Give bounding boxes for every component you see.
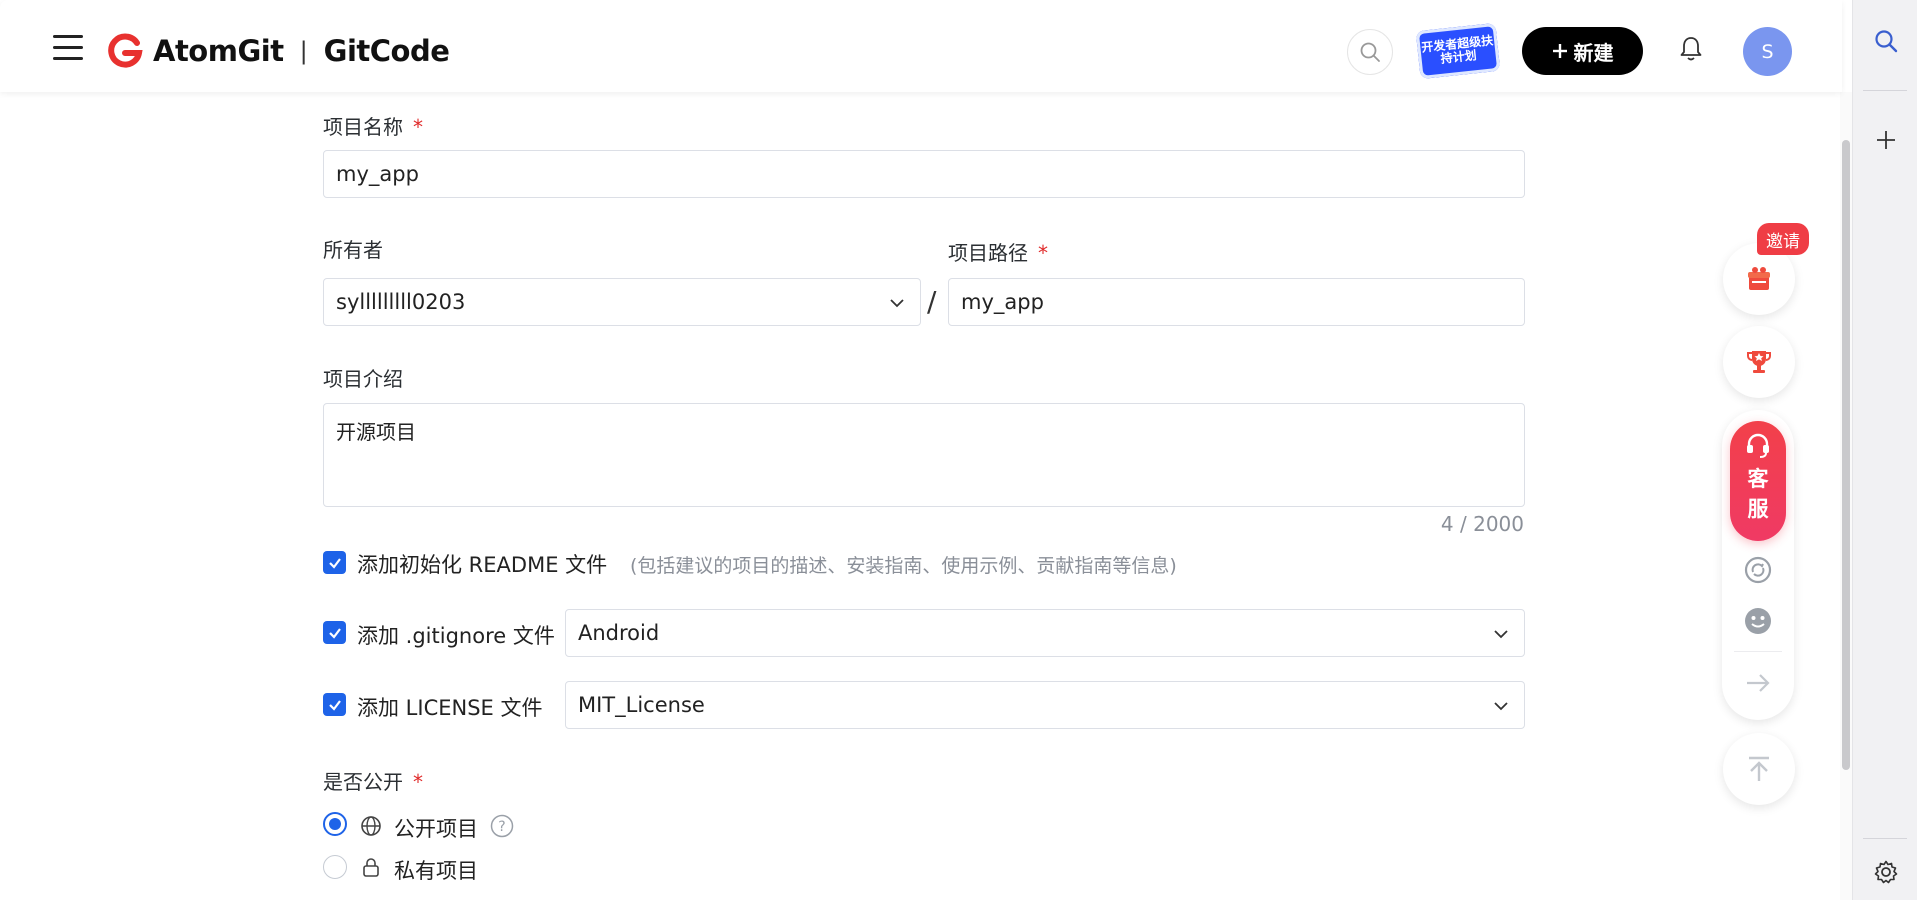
service-label-top: 客: [1747, 467, 1769, 491]
rail-divider: [1863, 90, 1907, 91]
new-button-label: 新建: [1573, 40, 1614, 65]
gitignore-template-select[interactable]: Android: [565, 609, 1525, 657]
brand-secondary: GitCode: [323, 34, 450, 68]
license-template-select[interactable]: MIT_License: [565, 681, 1525, 729]
project-name-label: 项目名称 *: [323, 115, 423, 139]
lock-icon: [363, 858, 379, 877]
smiley-icon[interactable]: [1742, 605, 1774, 637]
help-icon[interactable]: ?: [490, 814, 514, 838]
toolbar-divider: [1734, 651, 1782, 652]
visibility-label: 是否公开 *: [323, 770, 423, 794]
browser-side-rail: [1853, 0, 1917, 900]
public-radio[interactable]: [323, 812, 347, 836]
license-checkbox[interactable]: [323, 693, 346, 716]
brand-separator: |: [299, 37, 308, 65]
project-path-input[interactable]: my_app: [948, 278, 1525, 326]
scrollbar-thumb[interactable]: [1842, 140, 1850, 770]
chevron-down-icon: [890, 299, 904, 308]
license-template-value: MIT_License: [578, 693, 705, 717]
top-navbar: AtomGit | GitCode 开发者超级扶持计划 新建 S: [0, 0, 1842, 92]
menu-icon[interactable]: [53, 35, 83, 65]
customer-service-button[interactable]: 客 服: [1730, 421, 1786, 541]
gitignore-label[interactable]: 添加 .gitignore 文件: [357, 620, 555, 650]
check-icon: [328, 557, 341, 569]
check-icon: [328, 699, 341, 711]
gitignore-template-value: Android: [578, 621, 660, 645]
brand-primary: AtomGit: [153, 34, 284, 68]
gitignore-checkbox[interactable]: [323, 621, 346, 644]
gift-icon: [1748, 267, 1770, 290]
project-path-label: 项目路径 *: [948, 241, 1048, 265]
readme-label[interactable]: 添加初始化 README 文件: [357, 549, 607, 579]
invite-badge[interactable]: 邀请: [1757, 223, 1809, 255]
arrow-up-icon: [1749, 756, 1769, 781]
rail-divider: [1863, 838, 1907, 839]
license-label[interactable]: 添加 LICENSE 文件: [357, 692, 542, 722]
owner-label: 所有者: [323, 238, 383, 262]
owner-value: sylllllllll0203: [336, 290, 466, 314]
project-name-input[interactable]: my_app: [323, 150, 1525, 198]
app-window: AtomGit | GitCode 开发者超级扶持计划 新建 S 项目名称 * …: [0, 0, 1853, 900]
headset-icon: [1747, 433, 1769, 458]
svg-text:?: ?: [498, 819, 505, 835]
new-button[interactable]: 新建: [1522, 27, 1643, 75]
arrow-right-icon[interactable]: [1742, 667, 1774, 699]
add-icon[interactable]: [1873, 127, 1899, 153]
readme-hint: (包括建议的项目的描述、安装指南、使用示例、贡献指南等信息): [630, 555, 1177, 577]
notification-bell-icon[interactable]: [1675, 33, 1707, 65]
chevron-down-icon: [1494, 702, 1508, 711]
atomgit-logo-icon: [108, 33, 143, 68]
settings-gear-icon[interactable]: [1873, 859, 1899, 885]
chevron-down-icon: [1494, 630, 1508, 639]
search-button[interactable]: [1347, 29, 1393, 75]
plus-icon: [1552, 44, 1567, 58]
owner-select[interactable]: sylllllllll0203: [323, 278, 921, 326]
description-char-counter: 4 / 2000: [1440, 512, 1524, 536]
brand-logo[interactable]: AtomGit | GitCode: [107, 31, 450, 71]
path-separator: /: [927, 285, 937, 318]
search-icon: [1360, 42, 1380, 62]
private-option-label[interactable]: 私有项目: [394, 855, 478, 885]
readme-checkbox[interactable]: [323, 551, 346, 574]
trophy-button[interactable]: [1723, 326, 1795, 398]
globe-icon: [361, 816, 381, 836]
check-icon: [328, 627, 341, 639]
back-to-top-button[interactable]: [1723, 733, 1795, 805]
user-avatar[interactable]: S: [1743, 27, 1792, 76]
public-option-label[interactable]: 公开项目: [394, 813, 478, 843]
search-icon[interactable]: [1873, 28, 1899, 54]
description-textarea[interactable]: 开源项目: [323, 403, 1525, 507]
developer-program-badge[interactable]: 开发者超级扶持计划: [1415, 22, 1501, 80]
refresh-icon[interactable]: [1742, 554, 1774, 586]
trophy-icon: [1747, 351, 1771, 373]
private-radio[interactable]: [323, 855, 347, 879]
service-label-bottom: 服: [1747, 497, 1769, 521]
description-label: 项目介绍: [323, 367, 403, 391]
